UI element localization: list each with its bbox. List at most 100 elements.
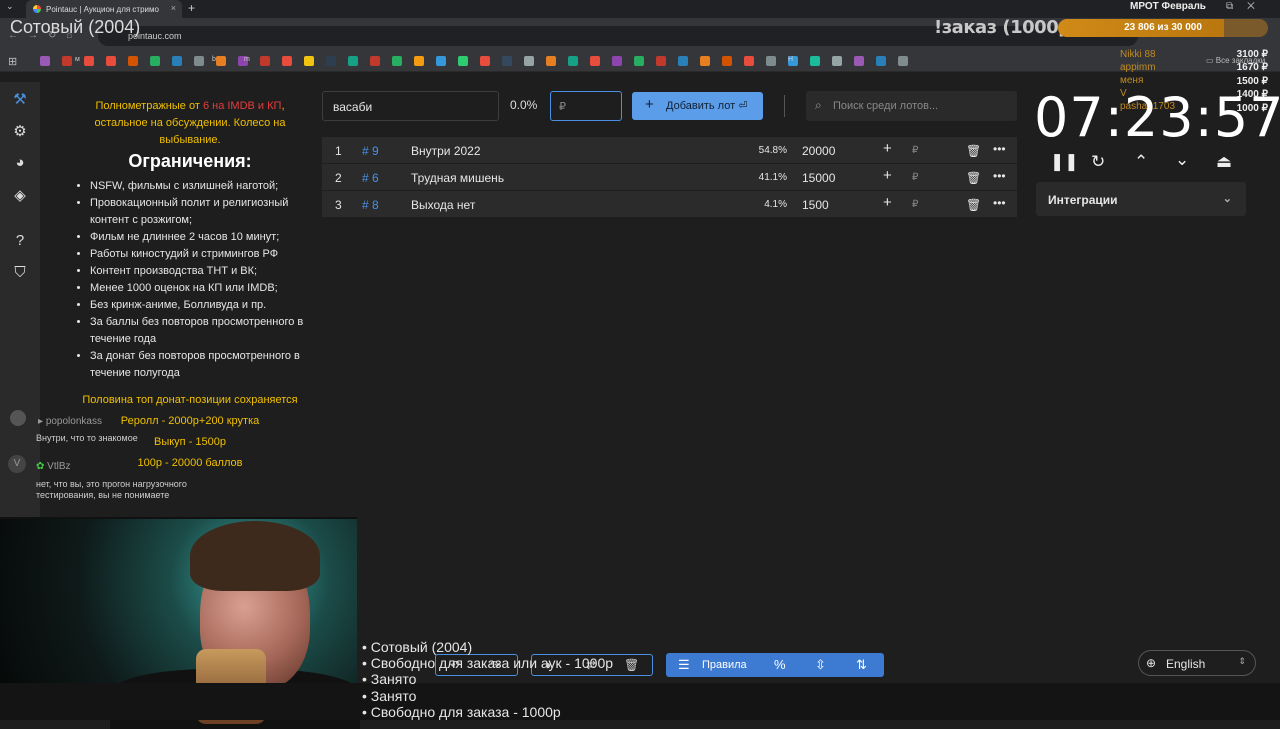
bookmark-icon[interactable] bbox=[722, 56, 732, 66]
lot-amount[interactable]: 15000 bbox=[802, 171, 835, 185]
bookmark-icon[interactable] bbox=[40, 56, 50, 66]
chevron-up-icon[interactable]: ⌃ bbox=[1134, 152, 1148, 172]
add-amount-icon[interactable]: + bbox=[883, 140, 892, 157]
bookmark-icon[interactable] bbox=[260, 56, 270, 66]
delete-lot-icon[interactable]: 🗑 bbox=[966, 198, 981, 212]
chevron-down-icon[interactable]: ⌄ bbox=[1175, 150, 1189, 170]
bookmark-icon[interactable] bbox=[216, 56, 226, 66]
bookmark-icon[interactable] bbox=[832, 56, 842, 66]
more-options-icon[interactable]: ••• bbox=[993, 142, 1006, 156]
bookmark-icon[interactable] bbox=[106, 56, 116, 66]
bookmark-icon[interactable] bbox=[458, 56, 468, 66]
settings-gear-icon[interactable]: ⚙ bbox=[11, 122, 29, 140]
delete-lot-icon[interactable]: 🗑 bbox=[966, 171, 981, 185]
bookmark-icon[interactable] bbox=[854, 56, 864, 66]
lot-currency[interactable]: ₽ bbox=[912, 172, 918, 183]
globe-icon: ⊕ bbox=[1146, 656, 1157, 670]
bookmark-icon[interactable] bbox=[612, 56, 622, 66]
bookmark-icon[interactable] bbox=[304, 56, 314, 66]
bookmark-icon[interactable] bbox=[634, 56, 644, 66]
rules-toolbar[interactable]: ☰ Правила % ⇳ ⇅ bbox=[666, 653, 884, 677]
bookmark-icon[interactable] bbox=[392, 56, 402, 66]
bookmark-label[interactable]: H bbox=[788, 56, 793, 63]
apps-icon[interactable]: ⊞ bbox=[8, 55, 17, 68]
bookmark-icon[interactable] bbox=[348, 56, 358, 66]
bookmark-icon[interactable] bbox=[810, 56, 820, 66]
bookmark-label[interactable]: м bbox=[75, 56, 80, 63]
add-amount-icon[interactable]: + bbox=[883, 167, 892, 184]
language-select[interactable]: ⊕ English ⇕ bbox=[1138, 650, 1256, 676]
lot-row[interactable]: 2 # 6 Трудная мишень 41.1% 15000 + ₽ 🗑 •… bbox=[322, 164, 1017, 190]
help-icon[interactable]: ? bbox=[11, 232, 29, 249]
bookmark-icon[interactable] bbox=[524, 56, 534, 66]
eject-icon[interactable]: ⏏ bbox=[1216, 152, 1232, 172]
lot-amount[interactable]: 20000 bbox=[802, 144, 835, 158]
lot-search-input[interactable]: ⌕ Поиск среди лотов... bbox=[806, 91, 1017, 121]
bookmark-icon[interactable] bbox=[150, 56, 160, 66]
bookmark-icon[interactable] bbox=[656, 56, 666, 66]
layers-icon[interactable]: ◈ bbox=[11, 186, 29, 204]
lot-rank: 1 bbox=[335, 144, 342, 158]
bookmark-icon[interactable] bbox=[84, 56, 94, 66]
donor-name: Nikki 88 bbox=[1120, 49, 1156, 60]
auction-hammer-icon[interactable]: ⚒ bbox=[11, 90, 29, 108]
bookmark-label[interactable]: m bbox=[244, 56, 250, 63]
lot-id[interactable]: # 9 bbox=[362, 144, 379, 158]
lot-amount-input[interactable]: ₽ bbox=[550, 91, 622, 121]
bookmark-icon[interactable] bbox=[568, 56, 578, 66]
more-options-icon[interactable]: ••• bbox=[993, 169, 1006, 183]
lot-id[interactable]: # 6 bbox=[362, 171, 379, 185]
new-tab-icon[interactable]: + bbox=[188, 1, 195, 15]
browser-tab[interactable]: Pointauc | Аукцион для стримо × bbox=[26, 0, 182, 18]
lot-row[interactable]: 3 # 8 Выхода нет 4.1% 1500 + ₽ 🗑 ••• bbox=[322, 191, 1017, 217]
bookmark-icon[interactable] bbox=[282, 56, 292, 66]
clear-all-icon[interactable]: 🗑 bbox=[624, 658, 639, 672]
lot-amount[interactable]: 1500 bbox=[802, 198, 829, 212]
restriction-item: Без кринж-аниме, Болливуда и пр. bbox=[90, 297, 306, 314]
bookmark-icon[interactable] bbox=[700, 56, 710, 66]
bookmark-icon[interactable] bbox=[436, 56, 446, 66]
lot-id[interactable]: # 8 bbox=[362, 198, 379, 212]
bookmark-icon[interactable] bbox=[128, 56, 138, 66]
lot-name[interactable]: Трудная мишень bbox=[411, 171, 504, 185]
add-amount-icon[interactable]: + bbox=[883, 194, 892, 211]
sort-icon[interactable]: ⇅ bbox=[856, 657, 867, 673]
percent-toggle-icon[interactable]: % bbox=[774, 657, 786, 672]
bookmark-icon[interactable] bbox=[414, 56, 424, 66]
bookmark-icon[interactable] bbox=[546, 56, 556, 66]
bookmark-icon[interactable] bbox=[194, 56, 204, 66]
bookmark-icon[interactable] bbox=[678, 56, 688, 66]
add-lot-button[interactable]: + Добавить лот ⏎ bbox=[632, 92, 763, 120]
bookmark-icon[interactable] bbox=[326, 56, 336, 66]
lot-currency[interactable]: ₽ bbox=[912, 199, 918, 210]
close-tab-icon[interactable]: × bbox=[171, 3, 176, 13]
reset-icon[interactable]: ↻ bbox=[1091, 152, 1105, 172]
more-options-icon[interactable]: ••• bbox=[993, 196, 1006, 210]
lot-name[interactable]: Выхода нет bbox=[411, 198, 475, 212]
window-controls[interactable]: ⧉✕ bbox=[1226, 1, 1269, 12]
shield-icon[interactable]: ⛉ bbox=[11, 264, 29, 281]
bookmark-icon[interactable] bbox=[370, 56, 380, 66]
bookmark-label[interactable]: b bbox=[212, 56, 216, 63]
integrations-panel[interactable]: Интеграции ⌄ bbox=[1036, 182, 1246, 216]
bookmark-icon[interactable] bbox=[172, 56, 182, 66]
wheel-chart-icon[interactable]: ◕ bbox=[11, 154, 29, 171]
pause-icon[interactable]: ❚❚ bbox=[1050, 152, 1079, 172]
delete-lot-icon[interactable]: 🗑 bbox=[966, 144, 981, 158]
restriction-item: Провокационный полит и религиозный конте… bbox=[90, 195, 306, 229]
percent-value: 0.0% bbox=[510, 98, 538, 112]
bookmark-icon[interactable] bbox=[876, 56, 886, 66]
compress-icon[interactable]: ⇳ bbox=[815, 657, 826, 673]
bookmark-icon[interactable] bbox=[744, 56, 754, 66]
bookmark-icon[interactable] bbox=[62, 56, 72, 66]
lot-name-input[interactable]: васаби bbox=[322, 91, 499, 121]
bookmark-icon[interactable] bbox=[480, 56, 490, 66]
tab-search-icon[interactable]: ⌄ bbox=[6, 1, 14, 12]
bookmark-icon[interactable] bbox=[766, 56, 776, 66]
bookmark-icon[interactable] bbox=[898, 56, 908, 66]
lot-currency[interactable]: ₽ bbox=[912, 145, 918, 156]
lot-row[interactable]: 1 # 9 Внутри 2022 54.8% 20000 + ₽ 🗑 ••• bbox=[322, 137, 1017, 163]
lot-name[interactable]: Внутри 2022 bbox=[411, 144, 481, 158]
bookmark-icon[interactable] bbox=[502, 56, 512, 66]
bookmark-icon[interactable] bbox=[590, 56, 600, 66]
